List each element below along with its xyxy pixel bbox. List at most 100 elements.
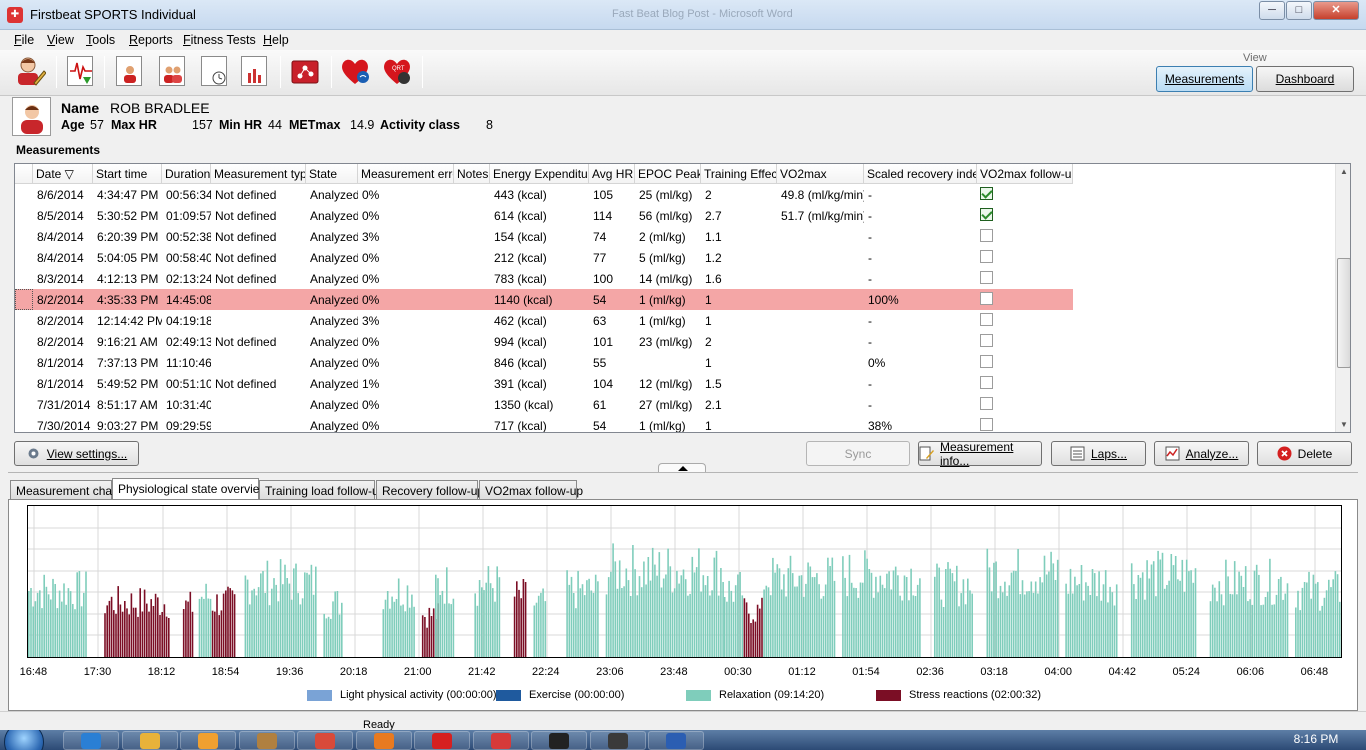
bar-report-icon[interactable] xyxy=(237,54,271,88)
firefox-icon[interactable] xyxy=(355,731,412,750)
view-settings-button[interactable]: View settings... xyxy=(14,441,139,466)
column-header-te[interactable]: Training Effect xyxy=(701,164,777,184)
word-icon[interactable] xyxy=(648,731,704,750)
menu-reports[interactable]: Reports xyxy=(129,33,173,47)
table-row[interactable]: 8/2/2014 4:35:33 PM 14:45:08 Analyzed 0% 1140… xyxy=(15,289,1073,310)
table-row[interactable]: 8/3/2014 4:12:13 PM 02:13:24 Not defined Ana… xyxy=(15,268,1073,289)
column-header-duration[interactable]: Duration xyxy=(162,164,211,184)
heart-wireless-icon[interactable] xyxy=(338,54,372,88)
measurements-view-button[interactable]: Measurements xyxy=(1156,66,1253,92)
column-header-start[interactable]: Start time xyxy=(93,164,162,184)
row-header[interactable] xyxy=(15,184,33,205)
row-header[interactable] xyxy=(15,373,33,394)
column-header-avghr[interactable]: Avg HR xyxy=(589,164,635,184)
heart-qrt-icon[interactable]: QRT xyxy=(380,54,414,88)
measurement-download-icon[interactable] xyxy=(63,54,97,88)
measurement-info-button[interactable]: Measurement info... xyxy=(918,440,1042,468)
row-header[interactable] xyxy=(15,352,33,373)
taskbar-clock[interactable]: 8:16 PM xyxy=(1286,732,1346,746)
athlete-edit-icon[interactable] xyxy=(13,54,47,88)
cmd-icon[interactable] xyxy=(531,731,587,750)
row-header[interactable] xyxy=(15,331,33,352)
vo2max-followup-checkbox[interactable] xyxy=(980,376,993,389)
firstbeat-icon[interactable] xyxy=(472,731,529,750)
vo2max-followup-checkbox[interactable] xyxy=(980,334,993,347)
column-header-state[interactable]: State xyxy=(306,164,358,184)
column-header-notes[interactable]: Notes xyxy=(454,164,490,184)
column-header-error[interactable]: Measurement error xyxy=(358,164,454,184)
vertical-scrollbar[interactable]: ▲ ▼ xyxy=(1335,164,1350,432)
person-report-icon[interactable] xyxy=(112,54,146,88)
vo2max-followup-checkbox[interactable] xyxy=(980,397,993,410)
tab-training-load-follow-up[interactable]: Training load follow-up xyxy=(259,480,385,500)
ie-icon[interactable] xyxy=(63,731,119,750)
column-header-date[interactable]: Date ▽ xyxy=(33,164,93,184)
mcafee-icon[interactable] xyxy=(414,731,470,750)
vo2max-followup-checkbox[interactable] xyxy=(980,418,993,431)
close-button[interactable]: ✕ xyxy=(1313,1,1359,20)
table-row[interactable]: 8/2/2014 12:14:42 PM 04:19:18 Analyzed 3% 462… xyxy=(15,310,1073,331)
delete-button[interactable]: Delete xyxy=(1257,441,1352,466)
vo2max-followup-checkbox[interactable] xyxy=(980,250,993,263)
table-header-corner[interactable] xyxy=(15,164,33,184)
folder-network-icon[interactable] xyxy=(288,54,322,88)
tab-recovery-follow-up[interactable]: Recovery follow-up xyxy=(376,480,484,500)
dashboard-view-button[interactable]: Dashboard xyxy=(1256,66,1354,92)
table-row[interactable]: 8/1/2014 7:37:13 PM 11:10:46 Analyzed 0% 846 … xyxy=(15,352,1073,373)
panel-splitter-handle[interactable] xyxy=(658,463,706,472)
row-header[interactable] xyxy=(15,226,33,247)
vo2max-followup-checkbox[interactable] xyxy=(980,292,993,305)
row-header[interactable] xyxy=(15,247,33,268)
table-row[interactable]: 8/4/2014 6:20:39 PM 00:52:38 Not defined Ana… xyxy=(15,226,1073,247)
timed-report-icon[interactable] xyxy=(197,54,231,88)
row-header[interactable] xyxy=(15,289,33,310)
maximize-button[interactable]: □ xyxy=(1286,1,1312,20)
menu-tools[interactable]: Tools xyxy=(86,33,115,47)
table-row[interactable]: 8/2/2014 9:16:21 AM 02:49:13 Not defined Ana… xyxy=(15,331,1073,352)
table-row[interactable]: 8/4/2014 5:04:05 PM 00:58:40 Not defined Ana… xyxy=(15,247,1073,268)
vo2max-followup-checkbox[interactable] xyxy=(980,208,993,221)
tab-physiological-state-overview[interactable]: Physiological state overview xyxy=(112,478,268,500)
row-header[interactable] xyxy=(15,394,33,415)
scroll-up-arrow-icon[interactable]: ▲ xyxy=(1336,164,1350,180)
menu-view[interactable]: View xyxy=(47,33,74,47)
table-row[interactable]: 8/5/2014 5:30:52 PM 01:09:57 Not defined Ana… xyxy=(15,205,1073,226)
scroll-down-arrow-icon[interactable]: ▼ xyxy=(1336,417,1350,432)
menu-help[interactable]: Help xyxy=(263,33,289,47)
table-row[interactable]: 7/31/2014 8:51:17 AM 10:31:40 Analyzed 0% 135… xyxy=(15,394,1073,415)
tab-vo2max-follow-up[interactable]: VO2max follow-up xyxy=(479,480,583,500)
menu-file[interactable]: File xyxy=(14,33,34,47)
row-header[interactable] xyxy=(15,268,33,289)
column-header-epoc[interactable]: EPOC Peak xyxy=(635,164,701,184)
vo2max-followup-checkbox[interactable] xyxy=(980,229,993,242)
group-report-icon[interactable] xyxy=(155,54,189,88)
sync-button[interactable]: Sync xyxy=(806,441,910,466)
avatar[interactable] xyxy=(12,97,51,136)
column-header-vo2[interactable]: VO2max xyxy=(777,164,864,184)
table-row[interactable]: 8/6/2014 4:34:47 PM 00:56:34 Not defined Ana… xyxy=(15,184,1073,205)
analyze-button[interactable]: Analyze... xyxy=(1154,441,1249,466)
scroll-thumb[interactable] xyxy=(1337,258,1350,368)
column-header-type[interactable]: Measurement type xyxy=(211,164,306,184)
row-header[interactable] xyxy=(15,415,33,432)
start-button-icon[interactable] xyxy=(4,730,44,750)
column-header-followup[interactable]: VO2max follow-up xyxy=(977,164,1073,184)
row-header[interactable] xyxy=(15,310,33,331)
column-header-energy[interactable]: Energy Expenditure xyxy=(490,164,589,184)
vo2max-followup-checkbox[interactable] xyxy=(980,355,993,368)
vo2max-followup-checkbox[interactable] xyxy=(980,313,993,326)
explorer-icon[interactable] xyxy=(121,731,178,750)
chrome-icon[interactable] xyxy=(297,731,353,750)
tools-icon[interactable] xyxy=(238,731,295,750)
media-player-icon[interactable] xyxy=(180,731,236,750)
monitor-icon[interactable] xyxy=(589,731,646,750)
row-header[interactable] xyxy=(15,205,33,226)
laps-button[interactable]: Laps... xyxy=(1051,441,1146,466)
vo2max-followup-checkbox[interactable] xyxy=(980,187,993,200)
vo2max-followup-checkbox[interactable] xyxy=(980,271,993,284)
menu-fitness-tests[interactable]: Fitness Tests xyxy=(183,33,256,47)
tab-measurement-chart[interactable]: Measurement chart xyxy=(10,480,119,500)
minimize-button[interactable]: ─ xyxy=(1259,1,1285,20)
table-row[interactable]: 8/1/2014 5:49:52 PM 00:51:10 Not defined Ana… xyxy=(15,373,1073,394)
column-header-sri[interactable]: Scaled recovery index xyxy=(864,164,977,184)
